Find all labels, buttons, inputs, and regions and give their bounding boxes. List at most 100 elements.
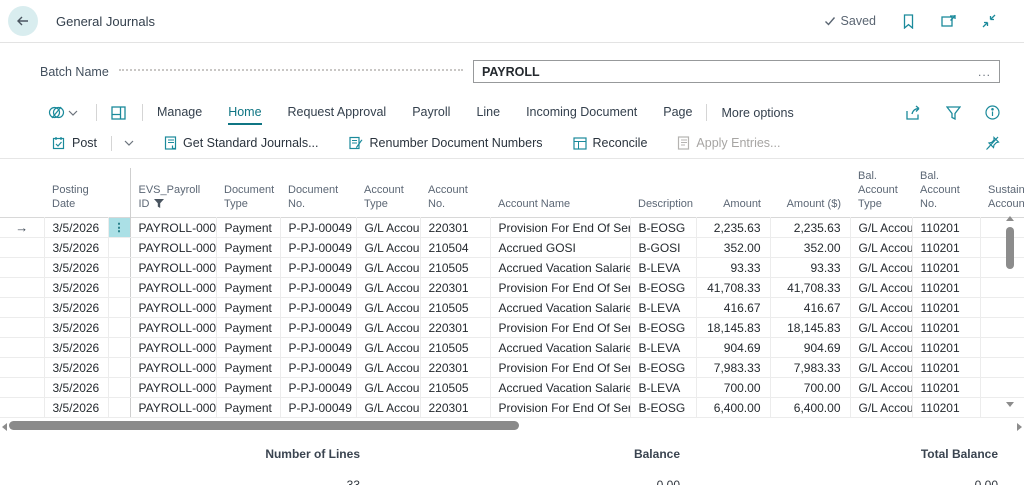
cell-posting-date[interactable]: 3/5/2026 [44, 317, 109, 339]
cell-account-type[interactable]: G/L Account [356, 237, 421, 259]
scroll-left-arrow[interactable] [2, 423, 7, 432]
cell-document-type[interactable]: Payment [216, 357, 281, 379]
cell-sustainability-account[interactable] [980, 297, 1024, 319]
cell-evs-payroll-id[interactable]: PAYROLL-000074 [130, 277, 217, 299]
cell-document-type[interactable]: Payment [216, 217, 281, 239]
col-header-bal-account-no[interactable]: Bal. Account No. [912, 168, 980, 218]
cell-posting-date[interactable]: 3/5/2026 [44, 297, 109, 319]
col-header-evs-payroll-id[interactable]: EVS_Payroll ID [130, 168, 216, 218]
horizontal-scroll-thumb[interactable] [9, 421, 519, 431]
col-header-document-type[interactable]: Document Type [216, 168, 280, 218]
cell-document-type[interactable]: Payment [216, 237, 281, 259]
cell-bal-account-type[interactable]: G/L Account [850, 397, 913, 419]
assist-edit-button[interactable]: ... [978, 65, 991, 79]
cell-posting-date[interactable]: 3/5/2026 [44, 277, 109, 299]
post-button[interactable]: Post [52, 135, 134, 151]
journal-icon[interactable] [48, 105, 65, 120]
chevron-down-icon[interactable] [124, 140, 134, 146]
cell-description[interactable]: B-EOSG [630, 357, 697, 379]
cell-bal-account-no[interactable]: 110201 [912, 317, 981, 339]
cell-bal-account-type[interactable]: G/L Account [850, 217, 913, 239]
cell-account-type[interactable]: G/L Account [356, 337, 421, 359]
cell-sustainability-account[interactable] [980, 257, 1024, 279]
cell-sustainability-account[interactable] [980, 377, 1024, 399]
cell-amount-usd[interactable]: 700.00 [770, 377, 851, 399]
cell-account-no[interactable]: 210504 [420, 237, 491, 259]
cell-posting-date[interactable]: 3/5/2026 [44, 237, 109, 259]
menu-item-page[interactable]: Page [663, 100, 692, 125]
cell-account-no[interactable]: 210505 [420, 337, 491, 359]
vertical-scroll-thumb[interactable] [1006, 227, 1014, 269]
cell-description[interactable]: B-EOSG [630, 217, 697, 239]
cell-amount[interactable]: 904.69 [696, 337, 771, 359]
board-icon[interactable] [111, 105, 126, 120]
cell-account-type[interactable]: G/L Account [356, 397, 421, 419]
cell-amount[interactable]: 18,145.83 [696, 317, 771, 339]
get-standard-journals-button[interactable]: Get Standard Journals... [164, 136, 319, 150]
back-button[interactable] [8, 6, 38, 36]
cell-evs-payroll-id[interactable]: PAYROLL-000074 [130, 317, 217, 339]
cell-document-type[interactable]: Payment [216, 297, 281, 319]
cell-description[interactable]: B-LEVA [630, 377, 697, 399]
cell-posting-date[interactable]: 3/5/2026 [44, 377, 109, 399]
menu-item-line[interactable]: Line [476, 100, 500, 125]
cell-bal-account-type[interactable]: G/L Account [850, 297, 913, 319]
bookmark-icon[interactable] [902, 13, 915, 29]
cell-sustainability-account[interactable] [980, 337, 1024, 359]
popout-icon[interactable] [941, 14, 956, 28]
cell-document-no[interactable]: P-PJ-00049 [280, 337, 357, 359]
cell-posting-date[interactable]: 3/5/2026 [44, 257, 109, 279]
cell-amount-usd[interactable]: 18,145.83 [770, 317, 851, 339]
col-header-bal-account-type[interactable]: Bal. Account Type [850, 168, 912, 218]
cell-bal-account-type[interactable]: G/L Account [850, 277, 913, 299]
cell-account-name[interactable]: Provision For End Of Service B... [490, 217, 631, 239]
cell-document-no[interactable]: P-PJ-00049 [280, 257, 357, 279]
cell-amount-usd[interactable]: 352.00 [770, 237, 851, 259]
cell-amount-usd[interactable]: 904.69 [770, 337, 851, 359]
cell-amount[interactable]: 352.00 [696, 237, 771, 259]
cell-amount-usd[interactable]: 41,708.33 [770, 277, 851, 299]
cell-bal-account-type[interactable]: G/L Account [850, 257, 913, 279]
cell-document-type[interactable]: Payment [216, 277, 281, 299]
cell-document-no[interactable]: P-PJ-00049 [280, 217, 357, 239]
cell-bal-account-type[interactable]: G/L Account [850, 357, 913, 379]
cell-account-name[interactable]: Provision For End Of Service B... [490, 357, 631, 379]
cell-account-no[interactable]: 210505 [420, 257, 491, 279]
cell-bal-account-no[interactable]: 110201 [912, 217, 981, 239]
cell-sustainability-account[interactable] [980, 277, 1024, 299]
menu-item-request-approval[interactable]: Request Approval [288, 100, 387, 125]
cell-posting-date[interactable]: 3/5/2026 [44, 337, 109, 359]
cell-bal-account-no[interactable]: 110201 [912, 297, 981, 319]
cell-account-name[interactable]: Accrued GOSI [490, 237, 631, 259]
col-header-account-type[interactable]: Account Type [356, 168, 420, 218]
col-header-account-no[interactable]: Account No. [420, 168, 490, 218]
cell-document-type[interactable]: Payment [216, 257, 281, 279]
share-icon[interactable] [906, 105, 922, 120]
cell-posting-date[interactable]: 3/5/2026 [44, 357, 109, 379]
cell-document-no[interactable]: P-PJ-00049 [280, 317, 357, 339]
cell-sustainability-account[interactable] [980, 237, 1024, 259]
cell-account-name[interactable]: Accrued Vacation Salaries [490, 377, 631, 399]
cell-account-type[interactable]: G/L Account [356, 357, 421, 379]
cell-account-name[interactable]: Accrued Vacation Salaries [490, 297, 631, 319]
cell-account-type[interactable]: G/L Account [356, 297, 421, 319]
menu-item-incoming-document[interactable]: Incoming Document [526, 100, 637, 125]
horizontal-scrollbar[interactable] [0, 419, 1024, 433]
cell-document-no[interactable]: P-PJ-00049 [280, 377, 357, 399]
cell-amount[interactable]: 700.00 [696, 377, 771, 399]
cell-account-type[interactable]: G/L Account [356, 277, 421, 299]
cell-account-name[interactable]: Provision For End Of Service B... [490, 277, 631, 299]
cell-bal-account-no[interactable]: 110201 [912, 237, 981, 259]
cell-bal-account-type[interactable]: G/L Account [850, 377, 913, 399]
cell-description[interactable]: B-LEVA [630, 257, 697, 279]
col-header-sustainability-account[interactable]: Sustainability Account [980, 168, 1024, 218]
cell-evs-payroll-id[interactable]: PAYROLL-000074 [130, 337, 217, 359]
cell-bal-account-no[interactable]: 110201 [912, 277, 981, 299]
cell-evs-payroll-id[interactable]: PAYROLL-000074 [130, 357, 217, 379]
cell-bal-account-no[interactable]: 110201 [912, 357, 981, 379]
cell-amount[interactable]: 6,400.00 [696, 397, 771, 419]
cell-account-no[interactable]: 220301 [420, 277, 491, 299]
cell-account-name[interactable]: Provision For End Of Service B... [490, 317, 631, 339]
filter-icon[interactable] [946, 105, 961, 120]
cell-description[interactable]: B-EOSG [630, 317, 697, 339]
